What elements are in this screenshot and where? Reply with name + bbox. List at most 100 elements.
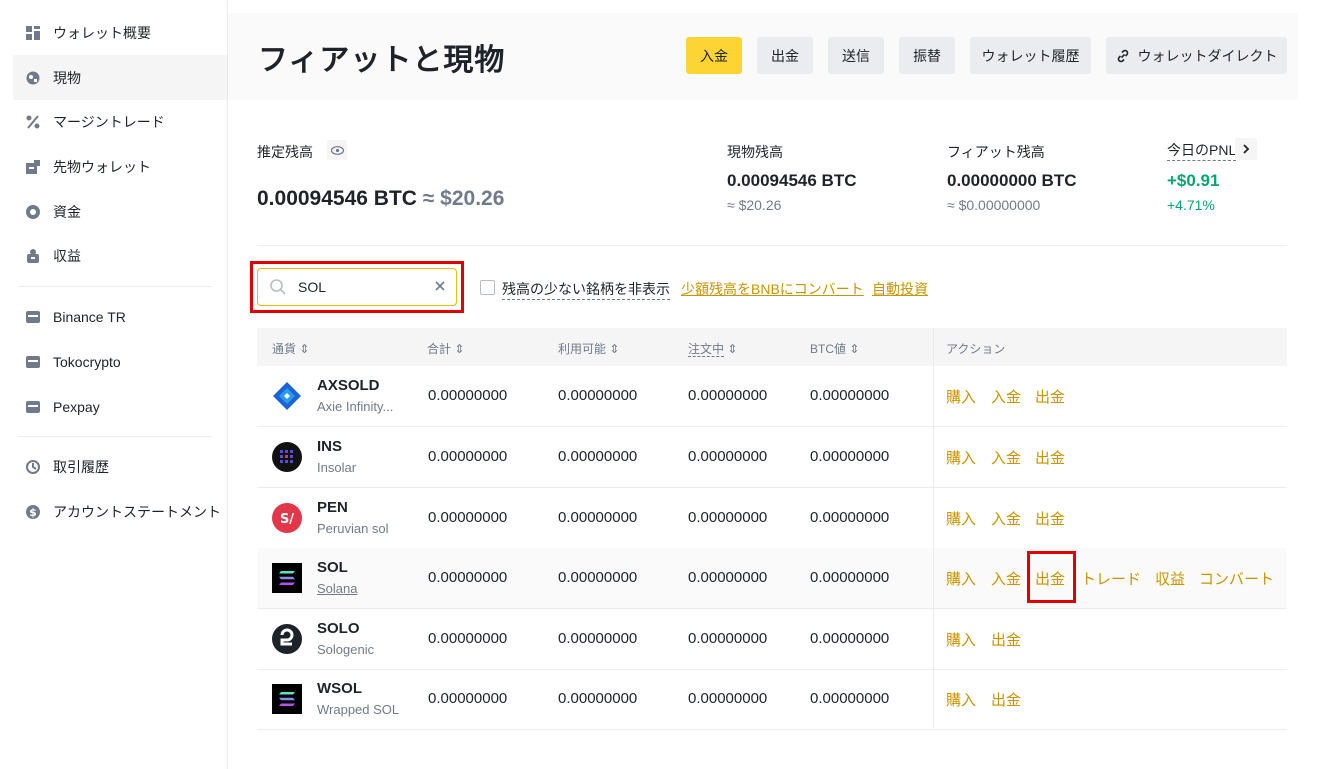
deposit-button[interactable]: 入金 — [686, 37, 742, 74]
auto-invest-link[interactable]: 自動投資 — [872, 279, 928, 299]
withdraw-action[interactable]: 出金 — [991, 629, 1021, 650]
available-value: 0.00000000 — [558, 448, 638, 465]
deposit-action[interactable]: 入金 — [991, 568, 1021, 589]
buy-action[interactable]: 購入 — [946, 508, 976, 529]
wallet-icon — [25, 354, 41, 370]
col-coin[interactable]: 通貨 ⇕ — [272, 340, 309, 357]
convert-small-link[interactable]: 少額残高をBNBにコンバート — [681, 279, 864, 299]
history-icon — [25, 459, 41, 475]
search-highlight-box — [250, 261, 464, 313]
total-value: 0.00000000 — [428, 387, 508, 404]
col-total[interactable]: 合計 ⇕ — [427, 340, 464, 357]
pen-coin-icon: S/ — [272, 503, 302, 533]
available-value: 0.00000000 — [558, 630, 638, 647]
sidebar-item-pexpay[interactable]: Pexpay — [13, 384, 227, 429]
table-header: 通貨 ⇕ 合計 ⇕ 利用可能 ⇕ 注文中 ⇕ BTC値 ⇕ アクション — [257, 328, 1287, 366]
deposit-action[interactable]: 入金 — [991, 386, 1021, 407]
total-value: 0.00000000 — [428, 690, 508, 707]
col-available[interactable]: 利用可能 ⇕ — [558, 340, 619, 357]
col-in-order[interactable]: 注文中 ⇕ — [688, 340, 737, 357]
fiat-balance-label: フィアット残高 — [947, 144, 1045, 160]
sidebar-item-label: 先物ウォレット — [53, 158, 151, 175]
in-order-value: 0.00000000 — [688, 690, 768, 707]
spot-balance-label: 現物残高 — [727, 144, 783, 160]
table-row: SOLO Sologenic 0.00000000 0.00000000 0.0… — [257, 609, 1287, 670]
link-icon — [1116, 49, 1130, 63]
wallet-direct-label: ウォレットダイレクト — [1137, 47, 1278, 64]
in-order-value: 0.00000000 — [688, 387, 768, 404]
btc-value: 0.00000000 — [810, 509, 890, 526]
wallet-direct-button[interactable]: ウォレットダイレクト — [1106, 37, 1287, 74]
sidebar-item-trade-history[interactable]: 取引履歴 — [13, 444, 227, 489]
sidebar-item-futures[interactable]: 先物ウォレット — [13, 144, 227, 189]
deposit-action[interactable]: 入金 — [991, 447, 1021, 468]
table-row: WSOL Wrapped SOL 0.00000000 0.00000000 0… — [257, 669, 1287, 730]
estimated-balance-label: 推定残高 — [257, 144, 313, 160]
total-value: 0.00000000 — [428, 630, 508, 647]
trade-action[interactable]: トレード — [1081, 568, 1141, 589]
convert-action[interactable]: コンバート — [1199, 568, 1274, 589]
withdraw-action[interactable]: 出金 — [991, 689, 1021, 710]
earn-action[interactable]: 収益 — [1155, 568, 1185, 589]
sort-icon: ⇕ — [299, 342, 310, 356]
coin-symbol: SOLO — [317, 620, 360, 637]
total-value: 0.00000000 — [428, 569, 508, 586]
ins-coin-icon — [272, 442, 302, 472]
total-value: 0.00000000 — [428, 448, 508, 465]
pnl-label[interactable]: 今日のPNL — [1167, 140, 1237, 161]
sidebar-divider — [18, 286, 212, 287]
spot-balance-btc: 0.00094546 BTC — [727, 171, 857, 190]
divider — [257, 245, 1287, 246]
buy-action[interactable]: 購入 — [946, 386, 976, 407]
sidebar-item-label: マージントレード — [53, 113, 165, 130]
fiat-balance-usd: ≈ $0.00000000 — [947, 197, 1041, 213]
sidebar-item-margin[interactable]: マージントレード — [13, 99, 227, 144]
coin-name: Axie Infinity... — [317, 399, 394, 414]
earn-icon — [25, 248, 41, 264]
sidebar-item-label: Tokocrypto — [53, 353, 121, 370]
page-title: フィアットと現物 — [258, 44, 506, 77]
col-btc-value[interactable]: BTC値 ⇕ — [810, 340, 859, 357]
deposit-action[interactable]: 入金 — [991, 508, 1021, 529]
table-row: S/ PEN Peruvian sol 0.00000000 0.0000000… — [257, 488, 1287, 549]
buy-action[interactable]: 購入 — [946, 568, 976, 589]
transfer-button[interactable]: 振替 — [899, 37, 955, 74]
sidebar-item-earn[interactable]: 収益 — [13, 233, 227, 278]
available-value: 0.00000000 — [558, 690, 638, 707]
buy-action[interactable]: 購入 — [946, 629, 976, 650]
in-order-value: 0.00000000 — [688, 448, 768, 465]
withdraw-action[interactable]: 出金 — [1035, 508, 1065, 529]
hide-small-label[interactable]: 残高の少ない銘柄を非表示 — [502, 279, 670, 300]
axsold-coin-icon — [273, 382, 301, 410]
withdraw-action[interactable]: 出金 — [1035, 447, 1065, 468]
col-action: アクション — [946, 342, 1006, 356]
sidebar-item-binance-tr[interactable]: Binance TR — [13, 294, 227, 339]
eye-icon[interactable] — [327, 140, 347, 160]
table-row: INS Insolar 0.00000000 0.00000000 0.0000… — [257, 427, 1287, 488]
sidebar-item-account-statement[interactable]: $ アカウントステートメント — [13, 489, 227, 534]
coin-symbol: WSOL — [317, 680, 362, 697]
sidebar: ウォレット概要 現物 マージントレード 先物ウォレット 資金 収益 Binanc… — [0, 0, 228, 769]
coin-name[interactable]: Solana — [317, 581, 357, 596]
sort-icon: ⇕ — [727, 342, 738, 356]
sidebar-divider — [18, 436, 212, 437]
buy-action[interactable]: 購入 — [946, 689, 976, 710]
wallet-history-button[interactable]: ウォレット履歴 — [970, 37, 1091, 74]
sidebar-item-wallet-overview[interactable]: ウォレット概要 — [13, 10, 227, 55]
sidebar-item-spot[interactable]: 現物 — [13, 55, 227, 100]
buy-action[interactable]: 購入 — [946, 447, 976, 468]
fiat-balance-btc: 0.00000000 BTC — [947, 171, 1077, 190]
statement-icon: $ — [25, 504, 41, 520]
table-row: AXSOLD Axie Infinity... 0.00000000 0.000… — [257, 366, 1287, 427]
withdraw-action[interactable]: 出金 — [1035, 386, 1065, 407]
chevron-right-icon[interactable] — [1235, 138, 1257, 160]
btc-value: 0.00000000 — [810, 387, 890, 404]
svg-text:S/: S/ — [280, 512, 294, 527]
sidebar-item-tokocrypto[interactable]: Tokocrypto — [13, 339, 227, 384]
spot-icon — [25, 70, 41, 86]
hide-small-checkbox[interactable] — [480, 280, 495, 295]
withdraw-button[interactable]: 出金 — [757, 37, 813, 74]
sidebar-item-funding[interactable]: 資金 — [13, 189, 227, 234]
coin-name: Insolar — [317, 460, 357, 475]
send-button[interactable]: 送信 — [828, 37, 884, 74]
